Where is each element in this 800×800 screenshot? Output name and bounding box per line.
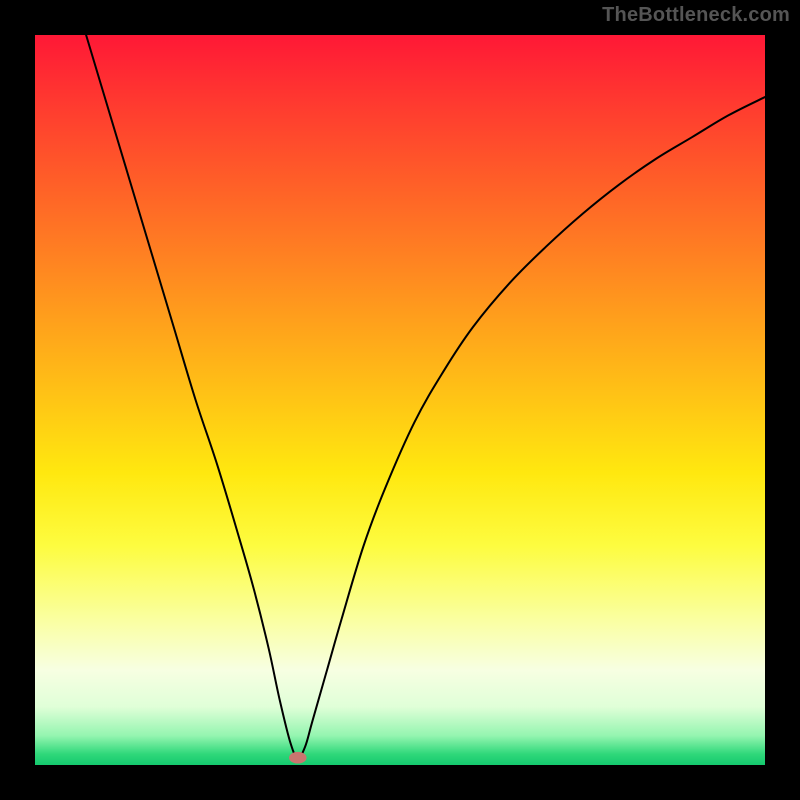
watermark-text: TheBottleneck.com: [602, 4, 790, 27]
curve-svg: [35, 35, 765, 765]
optimal-marker: [289, 752, 307, 764]
chart-frame: TheBottleneck.com: [0, 0, 800, 800]
bottleneck-curve: [86, 35, 765, 758]
plot-area: [35, 35, 765, 765]
